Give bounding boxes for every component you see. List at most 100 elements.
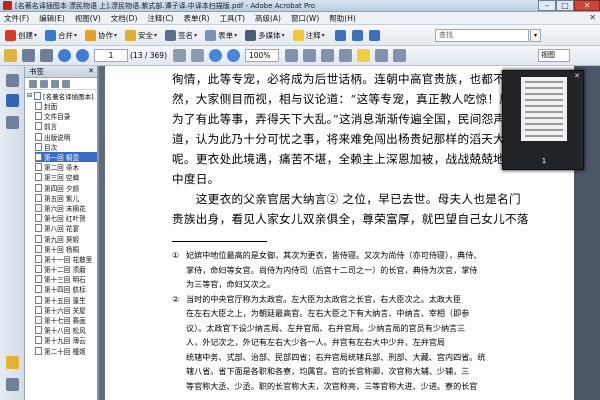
menu-tools[interactable]: 工具(T) bbox=[220, 13, 245, 24]
fit-page-icon[interactable] bbox=[285, 49, 299, 62]
email-icon[interactable] bbox=[40, 49, 53, 62]
menu-document[interactable]: 文档(D) bbox=[111, 13, 138, 24]
collaborate-button[interactable]: 协作 ▾ bbox=[83, 27, 119, 44]
bookmark-item[interactable]: 前言 bbox=[35, 121, 97, 131]
menu-forms[interactable]: 表单(R) bbox=[183, 13, 209, 24]
view-mode-select[interactable]: 视图 bbox=[538, 49, 570, 62]
attachments-panel-icon[interactable] bbox=[6, 378, 19, 391]
previous-page-icon[interactable] bbox=[58, 49, 71, 62]
text-line: 然，大家侧目而视，相与议论道：“这等专宠，真正教人吃惊！唐朝 bbox=[172, 92, 524, 106]
attach-icon[interactable] bbox=[334, 29, 346, 41]
close-button[interactable]: ✕ bbox=[574, 0, 600, 11]
bookmark-item[interactable]: 第五回 紫儿 bbox=[35, 193, 97, 203]
close-icon[interactable]: ✕ bbox=[574, 72, 580, 80]
hand-tool-icon[interactable] bbox=[173, 49, 187, 62]
page-thumbnail-popup[interactable]: ✕ 1 bbox=[502, 70, 584, 170]
bookmark-item[interactable]: 第六回 末摘花 bbox=[35, 203, 97, 213]
sign-button[interactable]: 签名 ▾ bbox=[163, 27, 199, 44]
delete-bookmark-icon[interactable] bbox=[40, 79, 48, 88]
search-options-icon[interactable]: ▾ bbox=[530, 29, 541, 42]
pages-panel-icon[interactable] bbox=[6, 74, 19, 87]
menu-edit[interactable]: 编辑(E) bbox=[39, 13, 65, 24]
zoom-in-icon[interactable] bbox=[227, 49, 241, 62]
zoom-level-select[interactable]: 100% bbox=[245, 49, 280, 62]
multimedia-button[interactable]: 多媒体 ▾ bbox=[243, 27, 287, 44]
bookmarks-panel-icon[interactable] bbox=[6, 94, 19, 107]
bookmark-item[interactable]: 第十四回 航标 bbox=[35, 284, 97, 294]
folder-open-icon[interactable] bbox=[4, 49, 17, 62]
redact-icon[interactable] bbox=[368, 29, 380, 41]
merge-button[interactable]: 合并 ▾ bbox=[43, 27, 79, 44]
lock-icon bbox=[125, 29, 137, 41]
options-icon[interactable] bbox=[29, 79, 37, 88]
signatures-panel-icon[interactable] bbox=[6, 116, 19, 129]
minimize-button[interactable]: – bbox=[538, 0, 556, 11]
menu-view[interactable]: 视图(V) bbox=[75, 13, 101, 24]
zoom-out-icon[interactable] bbox=[209, 49, 223, 62]
comment-button[interactable]: 注释 ▾ bbox=[291, 27, 327, 44]
bookmark-item[interactable]: 第二回 帚木 bbox=[35, 162, 97, 172]
bookmark-item[interactable]: 第十九回 薄云 bbox=[35, 335, 97, 345]
highlight-icon[interactable] bbox=[375, 49, 389, 62]
bookmark-item[interactable]: 目次 bbox=[35, 142, 97, 152]
expand-bookmark-icon[interactable] bbox=[62, 79, 70, 88]
bookmark-item[interactable]: 第一回 桐壶 bbox=[35, 151, 97, 163]
pen-icon bbox=[165, 29, 177, 41]
bookmark-item[interactable]: 第九回 葵姬 bbox=[35, 233, 97, 244]
bookmark-item[interactable]: 第八回 花宴 bbox=[35, 223, 97, 233]
search-input[interactable]: 查找 bbox=[435, 29, 529, 42]
collapse-icon[interactable]: ⊟ bbox=[27, 92, 32, 99]
bookmark-item[interactable]: 文件目录 bbox=[35, 111, 97, 121]
review-icon[interactable] bbox=[351, 29, 363, 41]
comment-label: 注释 bbox=[305, 30, 321, 40]
create-button[interactable]: 创建 ▾ bbox=[3, 27, 39, 44]
bookmark-item[interactable]: 第十五回 蓬生 bbox=[35, 295, 97, 305]
new-bookmark-icon[interactable] bbox=[51, 79, 59, 88]
bookmark-item[interactable]: 第十三回 明石 bbox=[35, 274, 97, 284]
bookmark-page-icon bbox=[35, 122, 42, 131]
select-tool-icon[interactable] bbox=[191, 49, 205, 62]
bookmark-item[interactable]: 第四回 夕颜 bbox=[35, 183, 97, 193]
secure-button[interactable]: 安全 ▾ bbox=[123, 27, 159, 44]
bookmark-item[interactable]: 第十八回 松风 bbox=[35, 325, 97, 335]
bookmarks-panel: 书签 ✕ ⊟ [名著名译插图本] 封面 文件目录 前言 出版说明 目次 第一回 桐壶 第二回… bbox=[25, 66, 99, 400]
window-controls: – □ ✕ bbox=[538, 0, 600, 11]
bookmark-item[interactable]: 第十回 杨桐 bbox=[35, 244, 97, 254]
bookmark-item[interactable]: 第三回 空蝉 bbox=[35, 172, 97, 182]
comments-panel-icon[interactable] bbox=[6, 356, 19, 369]
maximize-button[interactable]: □ bbox=[556, 0, 574, 11]
bookmark-label: 封面 bbox=[44, 103, 58, 112]
next-page-icon[interactable] bbox=[76, 49, 89, 62]
bookmark-item[interactable]: 第十一回 花散里 bbox=[35, 254, 97, 264]
bookmark-page-icon bbox=[35, 224, 42, 233]
bookmark-item[interactable]: 第七回 红叶贺 bbox=[35, 213, 97, 223]
bookmark-item[interactable]: 第十七回 赛画 bbox=[35, 315, 97, 325]
page-thumbnail[interactable] bbox=[521, 77, 567, 141]
rotate-icon[interactable] bbox=[321, 49, 335, 62]
bookmark-root[interactable]: ⊟ [名著名译插图本] bbox=[25, 90, 97, 101]
print-icon[interactable] bbox=[22, 49, 35, 62]
bookmarks-toolbar bbox=[25, 78, 97, 90]
menu-file[interactable]: 文件(F) bbox=[4, 13, 29, 24]
text-line: 中度日。 bbox=[172, 172, 220, 186]
menu-help[interactable]: 帮助(H) bbox=[329, 13, 356, 24]
close-panel-icon[interactable]: ✕ bbox=[88, 66, 94, 77]
menu-comments[interactable]: 注释(C) bbox=[147, 13, 173, 24]
footnote-line: 统辖中务、式部、治部、民部四省；右弁官局统辖兵部、刑部、大藏、宫内四省。统 bbox=[186, 351, 486, 362]
document-close-icon[interactable]: ✕ bbox=[589, 13, 596, 22]
menu-window[interactable]: 窗口(W) bbox=[291, 13, 319, 24]
bookmark-item[interactable]: 第十二回 须磨 bbox=[35, 264, 97, 274]
page-number-input[interactable]: 1 bbox=[94, 49, 128, 62]
fit-width-icon[interactable] bbox=[303, 49, 317, 62]
read-mode-icon[interactable] bbox=[339, 49, 353, 62]
bookmark-item[interactable]: 封面 bbox=[35, 101, 97, 111]
pages-icon[interactable] bbox=[393, 49, 407, 62]
bookmark-item[interactable]: 第二十回 槿姬 bbox=[35, 346, 97, 356]
menu-advanced[interactable]: 高级(A) bbox=[255, 13, 281, 24]
bookmark-item[interactable]: 出版说明 bbox=[35, 132, 97, 142]
sticky-note-icon[interactable] bbox=[357, 49, 371, 62]
chevron-down-icon: ▾ bbox=[194, 31, 198, 39]
navigation-rail bbox=[0, 66, 25, 400]
bookmark-item[interactable]: 第十六回 关屋 bbox=[35, 305, 97, 315]
forms-button[interactable]: 表单 ▾ bbox=[203, 27, 239, 44]
